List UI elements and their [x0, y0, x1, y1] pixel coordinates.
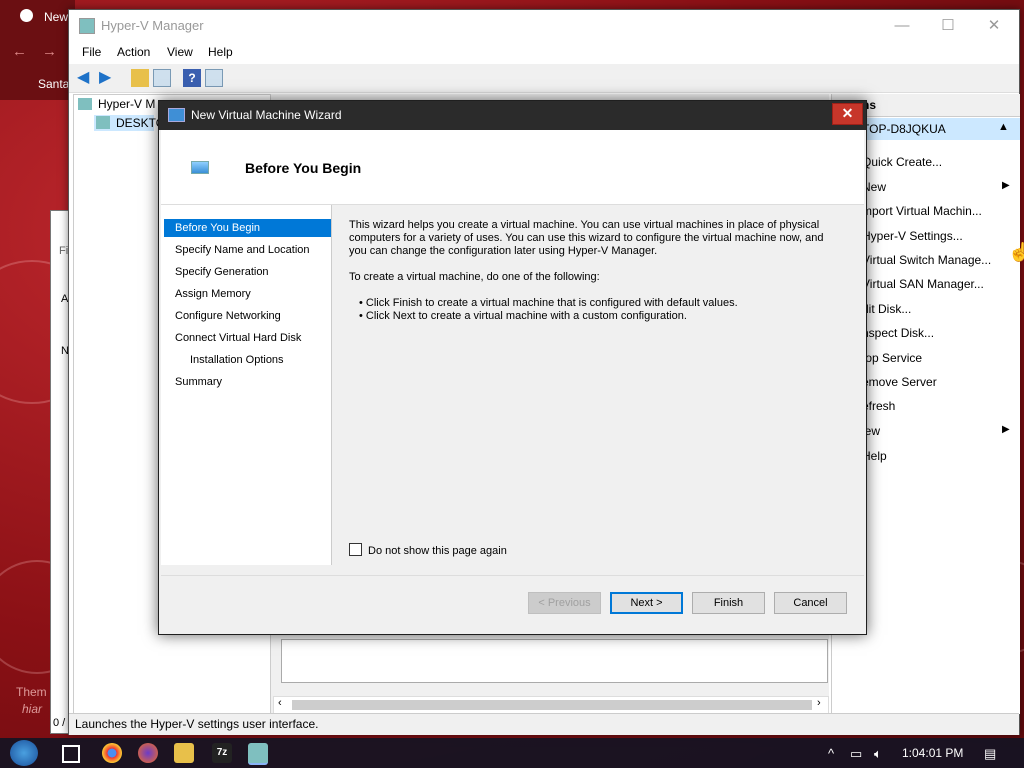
clock[interactable]: 1:04:01 PM — [902, 746, 963, 760]
action-stop-service[interactable]: top Service — [862, 351, 922, 365]
start-button-icon[interactable] — [10, 740, 38, 766]
wizard-body: This wizard helps you create a virtual m… — [349, 219, 839, 323]
dont-show-again-row[interactable]: Do not show this page again — [349, 543, 507, 557]
action-edit-disk[interactable]: dit Disk... — [862, 302, 911, 316]
server-icon — [96, 116, 110, 129]
vm-monitor-icon — [191, 161, 209, 174]
intro-text: This wizard helps you create a virtual m… — [349, 219, 824, 257]
firefox-taskbar-icon[interactable] — [138, 743, 158, 763]
menu-action[interactable]: Action — [117, 45, 150, 59]
toolbar: ◀ ▶ ? — [69, 64, 1019, 93]
menu-help[interactable]: Help — [208, 45, 233, 59]
hyperv-title: Hyper-V Manager — [101, 18, 204, 33]
left-label: Fi — [59, 245, 69, 257]
hyperv-app-icon — [79, 18, 95, 34]
action-import-vm[interactable]: mport Virtual Machin... — [862, 204, 982, 218]
action-virtual-san-manager[interactable]: Virtual SAN Manager... — [862, 277, 984, 291]
action-hyperv-settings[interactable]: Hyper-V Settings... — [862, 229, 963, 243]
hyperv-taskbar-icon[interactable] — [248, 743, 268, 765]
hyperv-titlebar[interactable]: Hyper-V Manager — ☐ ✕ — [69, 10, 1019, 41]
chrome-taskbar-icon[interactable] — [102, 743, 122, 763]
wizard-step-list: Before You Begin Specify Name and Locati… — [161, 205, 332, 565]
wizard-close-button[interactable]: ✕ — [832, 103, 863, 125]
wizard-titlebar[interactable]: New Virtual Machine Wizard ✕ — [159, 101, 866, 130]
help-icon[interactable]: ? — [183, 69, 201, 87]
show-hide-tree-icon[interactable] — [153, 69, 171, 87]
collapse-icon[interactable]: ▲ — [998, 121, 1009, 133]
browser-tab-label[interactable]: New — [44, 10, 68, 24]
minimize-button[interactable]: — — [879, 10, 925, 41]
bullet-item: • Click Next to create a virtual machine… — [359, 310, 687, 322]
horizontal-scrollbar[interactable]: ‹ › — [273, 696, 829, 714]
tree-root[interactable]: Hyper-V M — [98, 97, 155, 111]
chrome-icon — [20, 9, 33, 22]
ghost-text: hiar — [22, 702, 43, 716]
menu-file[interactable]: File — [82, 45, 101, 59]
bookmark-item[interactable]: Santa — [38, 77, 69, 91]
submenu-arrow-icon: ▶ — [1002, 424, 1010, 435]
file-explorer-icon[interactable] — [174, 743, 194, 763]
close-button[interactable]: ✕ — [971, 10, 1017, 41]
network-icon[interactable]: ▭ — [850, 746, 862, 762]
show-action-pane-icon[interactable] — [205, 69, 223, 87]
step-before-you-begin[interactable]: Before You Begin — [164, 219, 331, 237]
step-summary[interactable]: Summary — [164, 373, 331, 391]
wizard-header: Before You Begin — [161, 130, 864, 205]
wizard-title: New Virtual Machine Wizard — [191, 108, 342, 122]
seven-zip-icon[interactable]: 7z — [212, 743, 232, 763]
details-panel — [281, 639, 828, 683]
back-icon[interactable]: ◀ — [77, 69, 95, 87]
status-text: Launches the Hyper-V settings user inter… — [75, 717, 319, 731]
previous-button[interactable]: < Previous — [528, 592, 601, 614]
action-quick-create[interactable]: Quick Create... — [862, 155, 942, 169]
next-button[interactable]: Next > — [610, 592, 683, 614]
step-installation-options[interactable]: Installation Options — [164, 351, 331, 369]
menu-bar: File Action View Help — [69, 41, 1019, 63]
wizard-app-icon — [168, 108, 185, 122]
step-configure-networking[interactable]: Configure Networking — [164, 307, 331, 325]
instruction-text: To create a virtual machine, do one of t… — [349, 271, 600, 283]
hyperv-node-icon — [78, 98, 92, 110]
forward-icon[interactable]: ▶ — [99, 69, 117, 87]
task-view-icon[interactable] — [62, 745, 80, 763]
maximize-button[interactable]: ☐ — [925, 10, 971, 41]
action-center-icon[interactable]: ▤ — [984, 746, 996, 762]
wizard-heading: Before You Begin — [245, 160, 362, 176]
action-virtual-switch-manager[interactable]: Virtual Switch Manage... — [862, 253, 991, 267]
submenu-arrow-icon: ▶ — [1002, 180, 1010, 191]
dont-show-again-label: Do not show this page again — [368, 545, 507, 557]
step-assign-memory[interactable]: Assign Memory — [164, 285, 331, 303]
left-status: 0 / — [53, 717, 66, 729]
theme-text: Them — [16, 685, 47, 699]
step-connect-vhd[interactable]: Connect Virtual Hard Disk — [164, 329, 331, 347]
scroll-right-icon[interactable]: › — [817, 697, 821, 709]
forward-arrow-icon: → — [42, 43, 57, 60]
dont-show-again-checkbox[interactable] — [349, 543, 362, 556]
menu-view[interactable]: View — [167, 45, 193, 59]
step-specify-name[interactable]: Specify Name and Location — [164, 241, 331, 259]
scroll-thumb[interactable] — [292, 700, 812, 710]
up-folder-icon[interactable] — [131, 69, 149, 87]
mouse-cursor-icon: ☝ — [1008, 242, 1024, 262]
bullet-item: • Click Finish to create a virtual machi… — [359, 297, 738, 309]
taskbar: 7z ^ ▭ 🔈︎ 1:04:01 PM ▤ — [0, 738, 1024, 768]
finish-button[interactable]: Finish — [692, 592, 765, 614]
action-inspect-disk[interactable]: nspect Disk... — [862, 326, 934, 340]
action-remove-server[interactable]: emove Server — [862, 375, 937, 389]
cancel-button[interactable]: Cancel — [774, 592, 847, 614]
step-specify-generation[interactable]: Specify Generation — [164, 263, 331, 281]
scroll-left-icon[interactable]: ‹ — [278, 697, 282, 709]
status-bar: Launches the Hyper-V settings user inter… — [69, 713, 1019, 735]
back-arrow-icon: ← — [12, 43, 27, 60]
volume-icon[interactable]: 🔈︎ — [874, 746, 882, 762]
new-vm-wizard-dialog: New Virtual Machine Wizard ✕ Before You … — [158, 100, 867, 635]
browser-window-behind: New ← → Santa — [0, 0, 75, 100]
action-refresh[interactable]: efresh — [862, 399, 895, 413]
show-hidden-icons[interactable]: ^ — [828, 746, 834, 761]
divider — [161, 575, 864, 576]
